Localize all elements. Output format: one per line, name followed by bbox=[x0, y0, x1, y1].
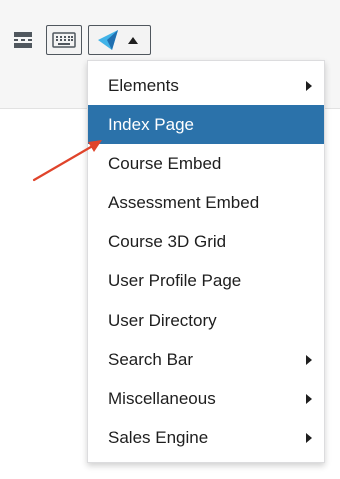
menu-item-label: Search Bar bbox=[108, 349, 194, 369]
keyboard-icon bbox=[52, 32, 76, 48]
annotation-arrow-icon bbox=[32, 140, 102, 182]
menu-item-label: Miscellaneous bbox=[108, 388, 216, 408]
menu-item-miscellaneous[interactable]: Miscellaneous bbox=[88, 379, 324, 418]
submenu-arrow-icon bbox=[306, 432, 312, 443]
menu-item-elements[interactable]: Elements bbox=[88, 66, 324, 105]
menu-item-index-page[interactable]: Index Page bbox=[88, 105, 324, 145]
menu-item-user-profile-page[interactable]: User Profile Page bbox=[88, 261, 324, 300]
menu-item-user-directory[interactable]: User Directory bbox=[88, 301, 324, 340]
menu-item-label: Sales Engine bbox=[108, 427, 209, 447]
submenu-arrow-icon bbox=[306, 81, 312, 91]
menu-item-label: Index Page bbox=[108, 115, 195, 135]
menu-item-label: User Directory bbox=[108, 310, 217, 330]
shortcode-dropdown-menu: Elements Index Page Course Embed Assessm… bbox=[87, 60, 325, 463]
page: Elements Index Page Course Embed Assessm… bbox=[0, 0, 340, 479]
plugin-shortcode-dropdown-button[interactable] bbox=[88, 25, 151, 55]
toolbar-toggle-button[interactable] bbox=[46, 25, 82, 55]
submenu-arrow-icon bbox=[306, 354, 312, 365]
menu-item-label: Assessment Embed bbox=[108, 193, 260, 213]
submenu-arrow-icon bbox=[306, 393, 312, 404]
menu-item-assessment-embed[interactable]: Assessment Embed bbox=[88, 183, 324, 222]
read-more-icon bbox=[14, 32, 32, 48]
menu-item-sales-engine[interactable]: Sales Engine bbox=[88, 418, 324, 457]
menu-item-search-bar[interactable]: Search Bar bbox=[88, 340, 324, 379]
insert-read-more-button[interactable] bbox=[10, 28, 36, 52]
menu-item-course-3d-grid[interactable]: Course 3D Grid bbox=[88, 222, 324, 261]
menu-item-label: Course Embed bbox=[108, 154, 222, 174]
menu-item-label: Elements bbox=[108, 76, 179, 95]
menu-item-course-embed[interactable]: Course Embed bbox=[88, 144, 324, 183]
plugin-logo-icon bbox=[98, 30, 118, 50]
menu-item-label: User Profile Page bbox=[108, 271, 242, 291]
menu-item-label: Course 3D Grid bbox=[108, 232, 227, 252]
caret-down-icon bbox=[128, 37, 138, 44]
